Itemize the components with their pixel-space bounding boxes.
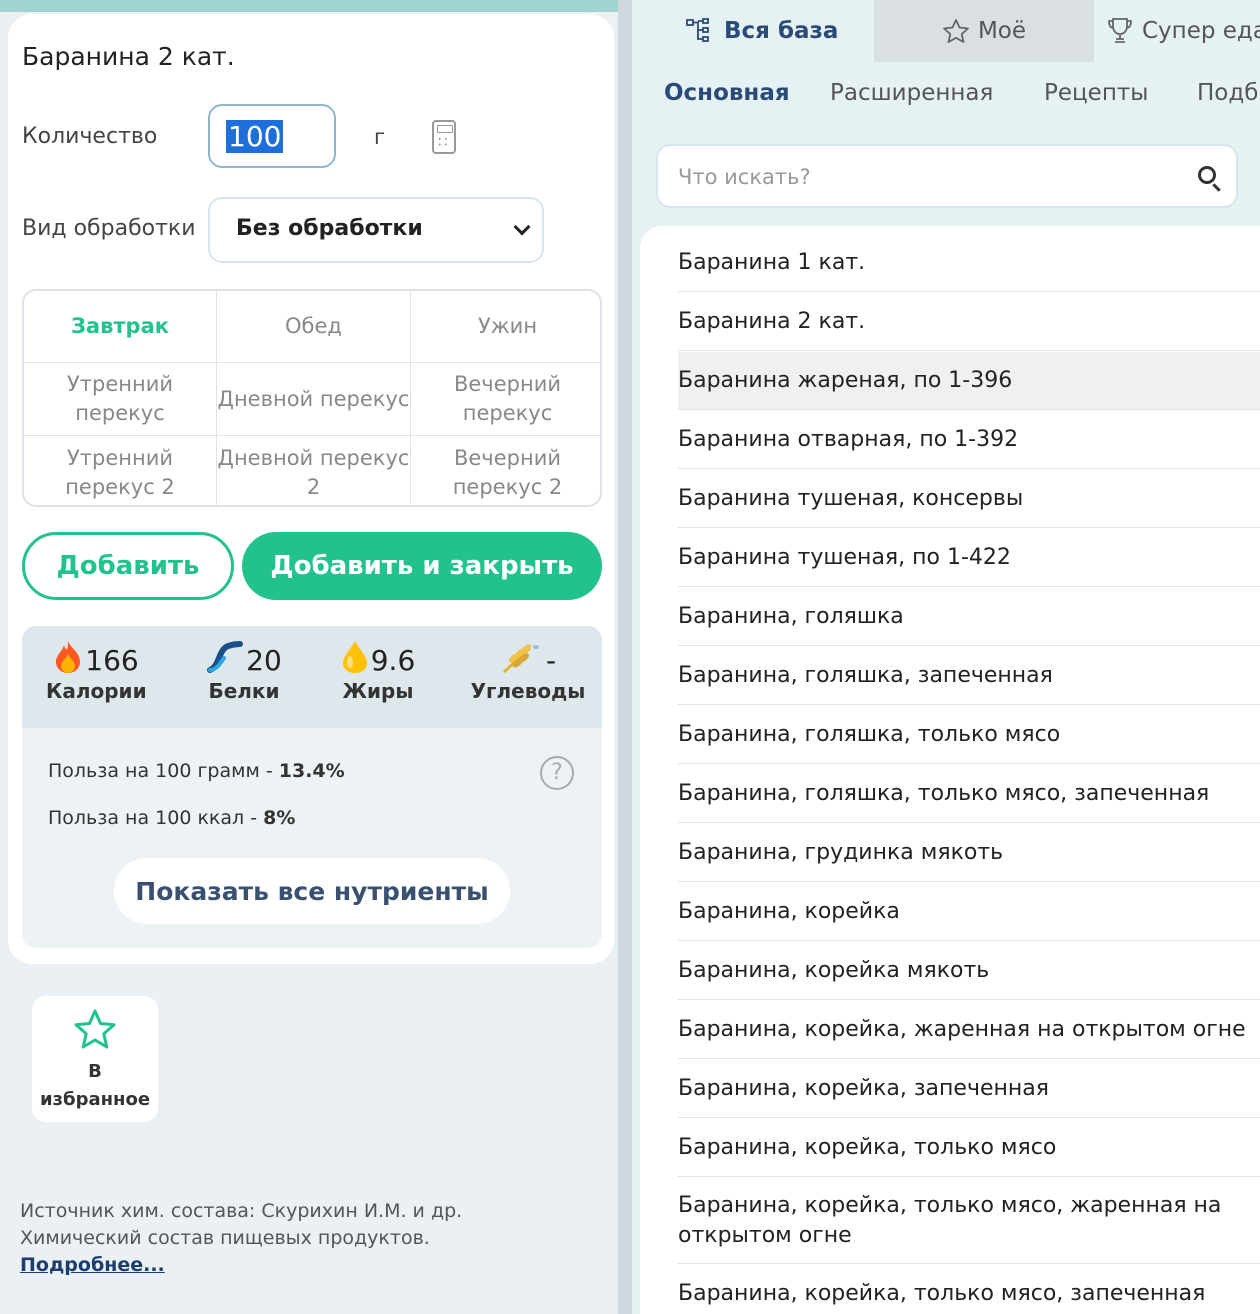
meal-grid: Завтрак Обед Ужин Утренний перекус Дневн…: [22, 289, 602, 507]
tab-super-food[interactable]: Супер еда: [1106, 0, 1260, 62]
tab-mine[interactable]: Моё: [874, 0, 1094, 62]
meal-lunch[interactable]: Обед: [217, 291, 411, 363]
chevron-down-icon: [513, 218, 531, 236]
product-title: Баранина 2 кат.: [22, 42, 235, 71]
tab-super-food-label: Супер еда: [1142, 18, 1260, 44]
protein-value: 20: [246, 644, 282, 677]
meal-evening-snack-2[interactable]: Вечерний перекус 2: [411, 436, 600, 505]
add-close-button[interactable]: Добавить и закрыть: [242, 532, 602, 600]
source-more-link[interactable]: Подробнее...: [20, 1252, 600, 1279]
list-item[interactable]: Баранина, корейка, только мясо, жаренная…: [678, 1178, 1260, 1264]
list-item[interactable]: Баранина жареная, по 1-396: [678, 352, 1260, 410]
tab-all-base[interactable]: Вся база: [686, 0, 838, 62]
search-icon[interactable]: [1198, 166, 1216, 184]
favorite-button[interactable]: В избранное: [32, 996, 158, 1122]
meal-day-snack[interactable]: Дневной перекус: [217, 363, 411, 436]
meal-breakfast[interactable]: Завтрак: [24, 291, 217, 363]
wheat-icon: [502, 644, 539, 674]
panel-separator: [618, 0, 632, 1314]
list-item[interactable]: Баранина, корейка мякоть: [678, 942, 1260, 1000]
protein-label: Белки: [208, 679, 280, 703]
list-item[interactable]: Баранина отварная, по 1-392: [678, 411, 1260, 469]
carbs-value: -: [545, 644, 557, 677]
meal-dinner[interactable]: Ужин: [411, 291, 600, 363]
sub-tabs: Основная Расширенная Рецепты Подб: [632, 80, 1260, 112]
list-item[interactable]: Баранина, голяшка, только мясо: [678, 706, 1260, 764]
benefit-100kcal: Польза на 100 ккал - 8%: [48, 807, 295, 829]
product-card: Баранина 2 кат. Количество 100 г Вид обр…: [8, 14, 614, 964]
nutrient-fat: 9.6 Жиры: [328, 640, 428, 703]
trophy-icon: [1108, 18, 1132, 43]
benefit-100g: Польза на 100 грамм - 13.4%: [48, 760, 345, 782]
star-outline-icon: [943, 19, 969, 43]
meal-morning-snack-2[interactable]: Утренний перекус 2: [24, 436, 217, 505]
top-tabs: Вся база Моё Супер еда: [632, 0, 1260, 62]
unit-label: г: [374, 125, 386, 149]
dna-icon: [207, 641, 244, 673]
list-item[interactable]: Баранина, голяшка, только мясо, запеченн…: [678, 765, 1260, 823]
product-list: Баранина 1 кат. Баранина 2 кат. Баранина…: [640, 226, 1260, 1314]
calories-label: Калории: [46, 679, 147, 703]
fat-label: Жиры: [342, 679, 414, 703]
quantity-label: Количество: [22, 124, 158, 149]
source-line-1: Источник хим. состава: Скурихин И.М. и д…: [20, 1200, 463, 1222]
list-item[interactable]: Баранина 2 кат.: [678, 293, 1260, 351]
calculator-icon[interactable]: [432, 120, 456, 154]
nutrition-header: 166 Калории 20 Белки 9.6 Жиры - Углеводы: [22, 626, 602, 728]
subtab-main[interactable]: Основная: [664, 80, 790, 106]
benefit-100g-value: 13.4%: [278, 760, 345, 782]
processing-label: Вид обработки: [22, 216, 196, 241]
nutrient-calories: 166 Калории: [46, 640, 147, 703]
help-icon[interactable]: ?: [540, 756, 574, 790]
nutrient-carbs: - Углеводы: [468, 640, 588, 703]
show-all-nutrients-button[interactable]: Показать все нутриенты: [114, 858, 510, 924]
list-item[interactable]: Баранина, корейка, запеченная: [678, 1060, 1260, 1118]
meal-morning-snack[interactable]: Утренний перекус: [24, 363, 217, 436]
carbs-label: Углеводы: [470, 679, 586, 703]
calories-value: 166: [85, 644, 139, 677]
source-line-2: Химический состав пищевых продуктов.: [20, 1227, 430, 1249]
list-item[interactable]: Баранина, корейка, только мясо: [678, 1119, 1260, 1177]
oil-drop-icon: [342, 641, 367, 673]
list-item[interactable]: Баранина тушеная, по 1-422: [678, 529, 1260, 587]
list-item[interactable]: Баранина 1 кат.: [678, 234, 1260, 292]
quantity-input[interactable]: 100: [208, 104, 336, 168]
list-item[interactable]: Баранина, грудинка мякоть: [678, 824, 1260, 882]
search-placeholder: Что искать?: [678, 165, 811, 189]
meal-evening-snack[interactable]: Вечерний перекус: [411, 363, 600, 436]
subtab-extended[interactable]: Расширенная: [830, 80, 993, 106]
search-input[interactable]: Что искать?: [656, 144, 1238, 208]
tab-all-base-label: Вся база: [724, 18, 839, 44]
favorite-label: В избранное: [39, 1061, 151, 1110]
meal-day-snack-2[interactable]: Дневной перекус 2: [217, 436, 411, 505]
tab-mine-label: Моё: [977, 18, 1027, 44]
list-item[interactable]: Баранина, корейка: [678, 883, 1260, 941]
processing-value: Без обработки: [236, 216, 423, 241]
processing-select[interactable]: Без обработки: [208, 197, 544, 263]
list-item[interactable]: Баранина тушеная, консервы: [678, 470, 1260, 528]
subtab-selection[interactable]: Подб: [1197, 80, 1258, 106]
subtab-recipes[interactable]: Рецепты: [1044, 80, 1148, 106]
database-panel: Вся база Моё Супер еда Основная Расширен…: [632, 0, 1260, 1314]
top-strip: [0, 0, 622, 12]
list-item[interactable]: Баранина, голяшка, запеченная: [678, 647, 1260, 705]
nutrient-protein: 20 Белки: [194, 640, 294, 703]
benefit-100kcal-label: Польза на 100 ккал -: [48, 807, 264, 829]
benefit-100kcal-value: 8%: [263, 807, 296, 829]
quantity-value: 100: [226, 120, 284, 153]
star-icon: [74, 1009, 116, 1049]
fat-value: 9.6: [370, 644, 416, 677]
source-info: Источник хим. состава: Скурихин И.М. и д…: [20, 1198, 600, 1279]
list-item[interactable]: Баранина, корейка, жаренная на открытом …: [678, 1001, 1260, 1059]
nutrition-panel: 166 Калории 20 Белки 9.6 Жиры - Углеводы…: [22, 626, 602, 948]
flame-icon: [56, 641, 81, 673]
benefit-100g-label: Польза на 100 грамм -: [48, 760, 279, 782]
add-button[interactable]: Добавить: [22, 532, 234, 600]
list-item[interactable]: Баранина, голяшка: [678, 588, 1260, 646]
tree-icon: [686, 18, 709, 42]
list-item[interactable]: Баранина, корейка, только мясо, запеченн…: [678, 1265, 1260, 1314]
